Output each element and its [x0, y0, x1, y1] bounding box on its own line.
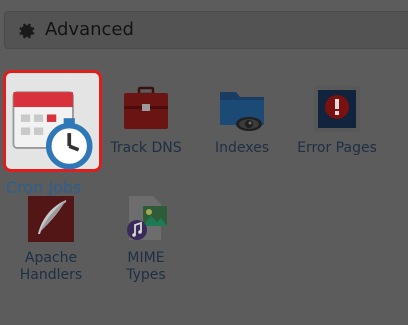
toolbox-icon [124, 86, 168, 129]
track-dns-tile[interactable]: Track DNS [98, 84, 194, 157]
cron-jobs-tile[interactable]: Cron Jobs [3, 70, 102, 197]
section-header-advanced[interactable]: Advanced [4, 11, 408, 49]
apache-handlers-tile[interactable]: Apache Handlers [3, 194, 99, 284]
feather-icon [28, 196, 74, 242]
tool-label: Indexes [214, 140, 270, 156]
section-title: Advanced [45, 19, 134, 40]
media-file-icon [127, 196, 167, 240]
folder-eye-icon [220, 92, 264, 131]
tool-label: Track DNS [110, 140, 182, 156]
gear-icon [19, 23, 35, 39]
tool-label: Apache Handlers [19, 250, 83, 283]
calendar-clock-icon [12, 91, 93, 170]
tool-label: MIME Types [126, 250, 166, 283]
alert-icon [314, 86, 360, 132]
mime-types-tile[interactable]: MIME Types [98, 194, 194, 284]
indexes-tile[interactable]: Indexes [194, 84, 290, 157]
tool-label: Error Pages [297, 140, 377, 156]
error-pages-tile[interactable]: Error Pages [289, 84, 385, 157]
